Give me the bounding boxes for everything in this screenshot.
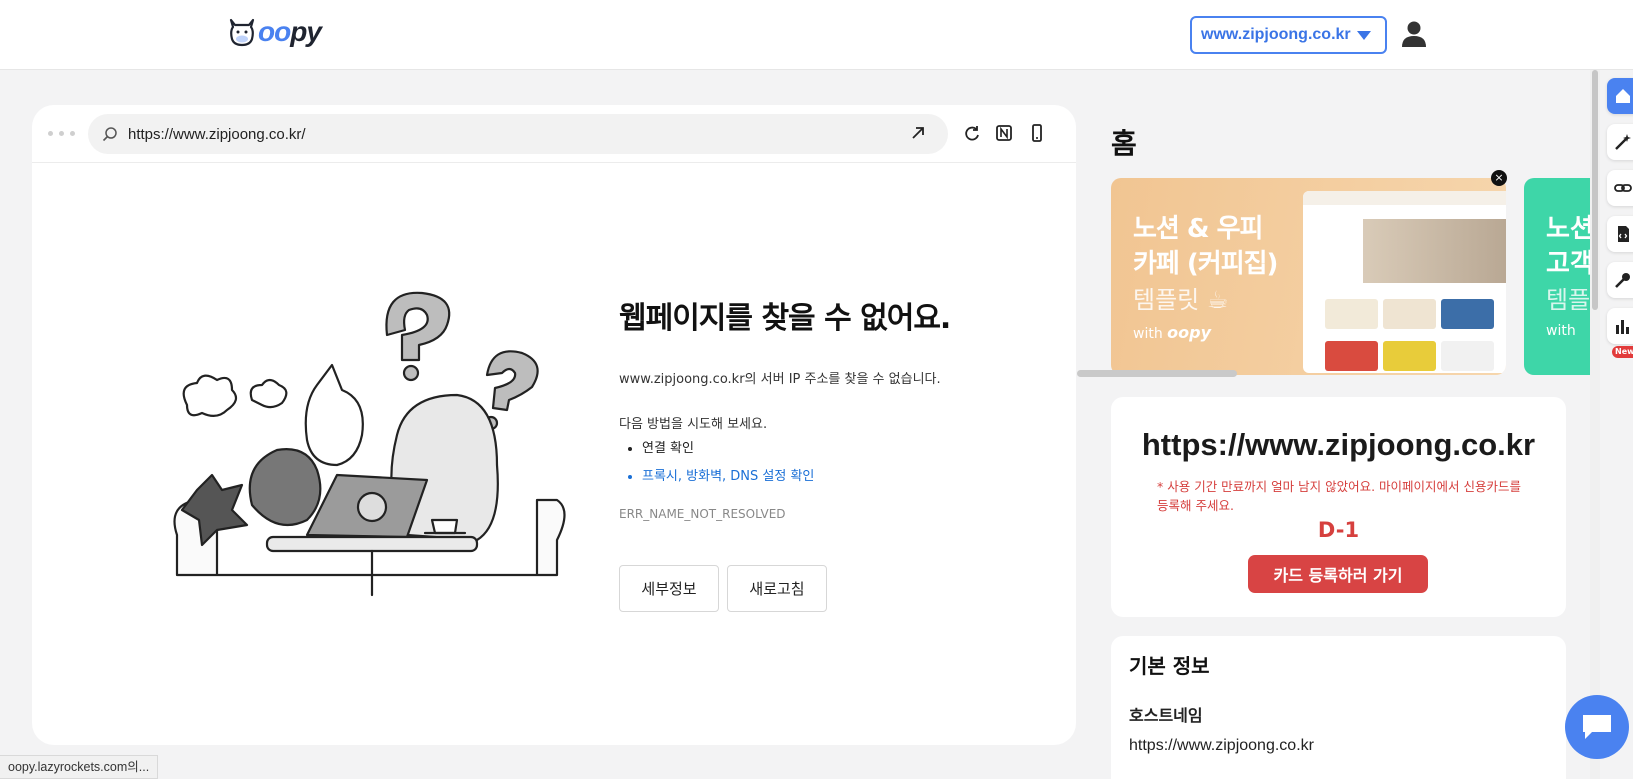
error-title: 웹페이지를 찾을 수 없어요. (619, 301, 951, 336)
magic-wand-icon (1615, 134, 1631, 150)
error-illustration (173, 291, 566, 597)
mobile-view-icon[interactable] (1027, 123, 1047, 143)
sidebar-item-magic[interactable] (1607, 124, 1633, 160)
reload-button[interactable]: 새로고침 (727, 565, 827, 612)
page-title: 홈 (1111, 127, 1137, 160)
page-scrollbar[interactable] (1590, 70, 1600, 779)
site-url: https://www.zipjoong.co.kr (1141, 427, 1536, 462)
preview-url: https://www.zipjoong.co.kr/ (128, 125, 306, 143)
new-badge: New (1612, 346, 1633, 358)
window-dots (48, 131, 75, 136)
hostname-value: https://www.zipjoong.co.kr (1129, 737, 1314, 754)
sidebar-item-stats[interactable] (1607, 308, 1633, 344)
logo-text: oopy (258, 16, 322, 47)
banner-with-brand: with oopy (1133, 323, 1212, 342)
close-icon[interactable]: × (1491, 170, 1507, 186)
suggestion-check-connection: 연결 확인 (642, 437, 814, 456)
template-banner[interactable]: 노션 & 우피 카페 (커피집) 템플릿 ☕ with oopy (1111, 178, 1506, 375)
link-icon (1614, 184, 1632, 192)
refresh-icon[interactable] (962, 123, 982, 143)
error-try-label: 다음 방법을 시도해 보세요. (619, 417, 768, 432)
banner-line-1: 노션 & 우피 (1133, 214, 1263, 244)
chart-icon (1616, 320, 1629, 334)
expiry-warning: * 사용 기간 만료까지 얼마 남지 않았어요. 마이페이지에서 신용카드를 등… (1157, 479, 1522, 513)
site-selector-dropdown[interactable]: www.zipjoong.co.kr (1190, 16, 1387, 54)
banner-scrollbar[interactable] (1077, 370, 1237, 377)
preview-address-bar[interactable]: https://www.zipjoong.co.kr/ (88, 114, 948, 154)
cow-logo-icon (229, 18, 255, 47)
sidebar-item-code[interactable] (1607, 216, 1633, 252)
chat-bubble-icon (1583, 715, 1611, 739)
error-code: ERR_NAME_NOT_RESOLVED (619, 507, 786, 521)
side-toolbar: New (1600, 70, 1633, 779)
notion-icon[interactable] (994, 123, 1014, 143)
days-left-badge: D-1 (1317, 518, 1360, 542)
hostname-label: 호스트네임 (1129, 706, 1203, 725)
code-file-icon (1618, 226, 1629, 242)
banner-next-with: with (1546, 323, 1576, 339)
error-suggestion-list: 연결 확인 프록시, 방화벽, DNS 설정 확인 (642, 437, 814, 493)
banner-next-line-3: 템플 (1546, 286, 1591, 314)
basic-info-title: 기본 정보 (1129, 654, 1210, 678)
suggestion-proxy-firewall-link[interactable]: 프록시, 방화벽, DNS 설정 확인 (642, 465, 814, 484)
chat-support-button[interactable] (1565, 695, 1629, 759)
banner-next-line-2: 고객 (1546, 249, 1594, 279)
banner-line-2: 카페 (커피집) (1133, 249, 1278, 279)
site-preview-window: https://www.zipjoong.co.kr/ 웹페이지를 찾을 수 없… (32, 105, 1076, 745)
banner-line-3: 템플릿 ☕ (1133, 286, 1229, 314)
open-external-icon[interactable] (910, 125, 926, 141)
site-selector-value: www.zipjoong.co.kr (1201, 26, 1351, 43)
sidebar-item-home[interactable] (1607, 78, 1633, 114)
banner-next-line-1: 노션 (1546, 214, 1594, 244)
browser-status-bar: oopy.lazyrockets.com의... (0, 755, 159, 779)
details-button[interactable]: 세부정보 (619, 565, 719, 612)
register-card-button[interactable]: 카드 등록하러 가기 (1248, 555, 1428, 593)
oopy-logo[interactable]: oopy (228, 16, 322, 48)
template-screenshot (1303, 191, 1506, 373)
user-account-icon[interactable] (1400, 20, 1428, 48)
sidebar-item-tools[interactable] (1607, 262, 1633, 298)
chevron-down-icon (1356, 30, 1371, 40)
preview-toolbar: https://www.zipjoong.co.kr/ (32, 105, 1076, 163)
sidebar-item-link[interactable] (1607, 170, 1633, 206)
template-banner-next[interactable]: 노션 고객 템플 with (1524, 178, 1600, 375)
basic-info-card: 기본 정보 호스트네임 https://www.zipjoong.co.kr (1111, 636, 1566, 779)
search-icon (102, 127, 117, 142)
home-icon (1616, 89, 1630, 103)
top-navigation-bar: oopy www.zipjoong.co.kr (0, 0, 1633, 70)
wrench-icon (1615, 273, 1630, 288)
error-description: www.zipjoong.co.kr의 서버 IP 주소를 찾을 수 없습니다. (619, 372, 941, 387)
subscription-card: https://www.zipjoong.co.kr * 사용 기간 만료까지 … (1111, 397, 1566, 617)
